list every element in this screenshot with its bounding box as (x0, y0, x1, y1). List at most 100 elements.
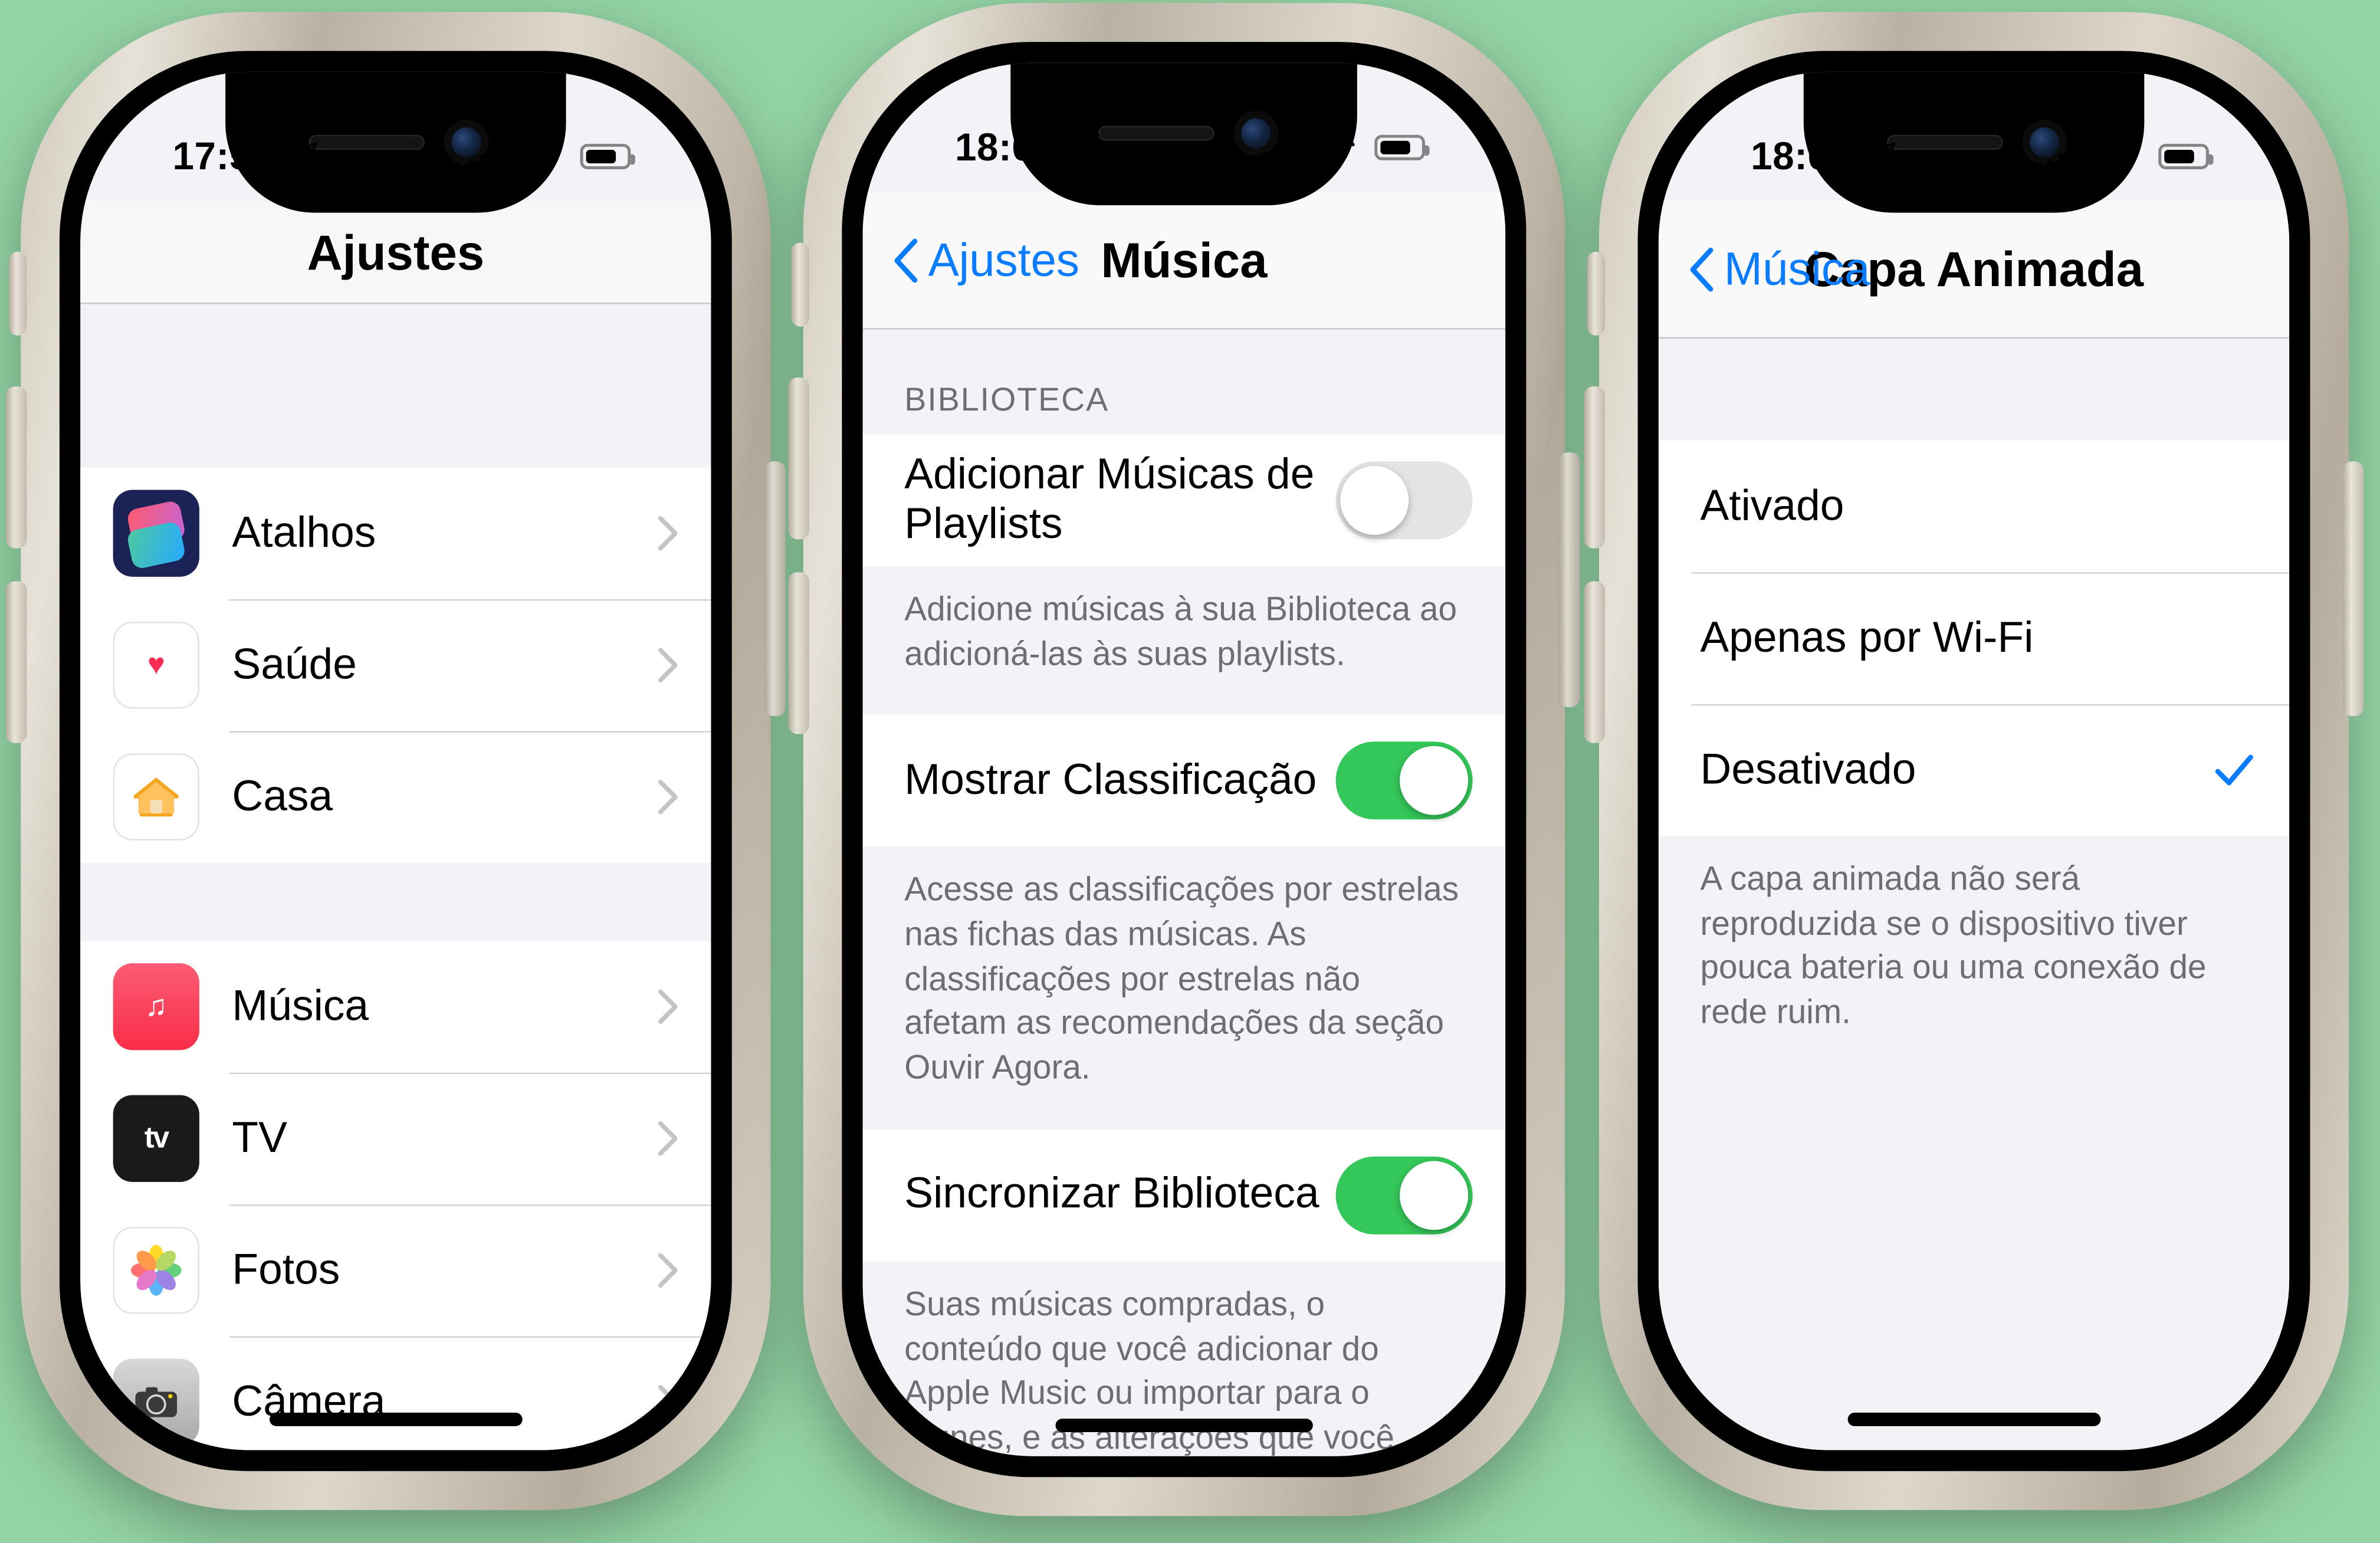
location-arrow-icon (1071, 133, 1099, 161)
settings-row-mostrar-classificacao[interactable]: Mostrar Classificação (862, 715, 1506, 847)
wifi-icon (2109, 146, 2139, 168)
settings-row-musica[interactable]: ♫ Música (80, 940, 711, 1073)
footnote-adicionar-musicas: Adicione músicas à sua Biblioteca ao adi… (862, 566, 1506, 715)
volume-up-button[interactable] (6, 386, 27, 549)
chevron-right-icon (658, 516, 678, 551)
power-button[interactable] (764, 461, 786, 717)
home-indicator[interactable] (1847, 1413, 2100, 1426)
silent-switch[interactable] (9, 251, 27, 336)
battery-icon (580, 143, 635, 169)
home-indicator[interactable] (269, 1413, 522, 1426)
status-bar-left: 18:00 (955, 124, 1101, 170)
settings-row-camera[interactable]: Câmera (80, 1336, 711, 1450)
location-arrow-icon (1867, 142, 1895, 170)
silent-switch[interactable] (1587, 251, 1606, 336)
settings-row-sincronizar-biblioteca-card: Sincronizar Biblioteca (862, 1129, 1506, 1262)
volume-down-button[interactable] (6, 581, 27, 743)
chevron-left-icon (894, 238, 918, 282)
option-row-desativado[interactable]: Desativado (1658, 704, 2290, 836)
toggle-adicionar-musicas-de-playlists[interactable] (1335, 461, 1473, 540)
footnote-mostrar-classificacao: Acesse as classificações por estrelas na… (862, 846, 1506, 1130)
back-button-ajustes[interactable]: Ajustes (892, 233, 1079, 287)
row-label: Mostrar Classificação (904, 756, 1317, 805)
row-label: Ativado (1700, 481, 1844, 530)
status-bar-left: 18:00 (1751, 133, 1897, 179)
music-icon: ♫ (113, 963, 199, 1050)
iphone-device-music-settings: 18:00 Ajustes Música BIBLIOTECA Adiciona… (788, 3, 1580, 1516)
chevron-right-icon (658, 1385, 678, 1420)
status-bar-right (468, 141, 635, 171)
settings-row-adicionar-musicas-de-playlists[interactable]: Adicionar Músicas de Playlists (862, 434, 1506, 567)
back-button-musica[interactable]: Música (1688, 242, 1870, 296)
back-button-label: Música (1724, 242, 1870, 295)
settings-row-casa[interactable]: Casa (80, 731, 711, 863)
photos-icon (113, 1227, 199, 1314)
home-indicator[interactable] (1055, 1419, 1313, 1433)
chevron-right-icon (658, 648, 678, 682)
screen-animated-cover: 18:00 Música Capa Animada Ativado Apenas… (1658, 71, 2290, 1450)
settings-row-fotos[interactable]: Fotos (80, 1204, 711, 1337)
row-label: Atalhos (232, 508, 376, 557)
screen-settings-list: 17:59 Ajustes Atalhos ♥ Saúde Casa ♫ Mús… (80, 71, 711, 1450)
row-label: Casa (232, 772, 333, 820)
row-label: Fotos (232, 1245, 340, 1294)
status-bar-left: 17:59 (173, 133, 319, 179)
chevron-right-icon (658, 989, 678, 1024)
chevron-right-icon (658, 1121, 678, 1156)
page-title: Ajustes (307, 224, 485, 280)
status-bar-clock: 18:00 (955, 123, 1056, 169)
status-bar-right (1263, 132, 1430, 162)
navigation-bar-large: Ajustes (80, 201, 711, 304)
row-label: Desativado (1700, 745, 1916, 793)
settings-row-saude[interactable]: ♥ Saúde (80, 599, 711, 731)
row-label: Adicionar Músicas de Playlists (904, 451, 1315, 549)
three-iphone-screenshot-composite: 17:59 Ajustes Atalhos ♥ Saúde Casa ♫ Mús… (0, 0, 2380, 1543)
toggle-mostrar-classificacao[interactable] (1335, 742, 1473, 820)
navigation-bar: Música Capa Animada (1658, 201, 2290, 339)
screen-music-settings: 18:00 Ajustes Música BIBLIOTECA Adiciona… (862, 63, 1506, 1456)
settings-group-system-apps-1: Atalhos ♥ Saúde Casa (80, 467, 711, 863)
row-label: TV (232, 1114, 287, 1162)
footnote-capa-animada: A capa animada não será reproduzida se o… (1658, 836, 2290, 1074)
option-row-apenas-por-wifi[interactable]: Apenas por Wi-Fi (1658, 572, 2290, 704)
iphone-device-animated-cover: 18:00 Música Capa Animada Ativado Apenas… (1584, 12, 2364, 1511)
location-arrow-icon (289, 142, 317, 170)
home-icon (113, 753, 199, 841)
status-bar-clock: 18:00 (1751, 132, 1852, 178)
volume-up-button[interactable] (788, 377, 809, 540)
chevron-left-icon (1690, 247, 1713, 291)
camera-icon (113, 1358, 199, 1446)
chevron-right-icon (658, 779, 678, 815)
page-title: Música (1101, 231, 1268, 287)
settings-row-tv[interactable]: tv TV (80, 1072, 711, 1205)
volume-down-button[interactable] (788, 572, 809, 734)
music-settings-scroll-content[interactable]: BIBLIOTECA Adicionar Músicas de Playlist… (862, 332, 1506, 1456)
settings-scroll-content[interactable]: Atalhos ♥ Saúde Casa ♫ Música tv TV Foto… (80, 467, 711, 1450)
cellular-signal-icon (1263, 132, 1306, 162)
chevron-right-icon (658, 1253, 678, 1288)
wifi-icon (1325, 137, 1355, 158)
settings-row-atalhos[interactable]: Atalhos (80, 467, 711, 599)
top-spacer (1658, 342, 2290, 441)
row-label: Sincronizar Biblioteca (904, 1170, 1319, 1219)
option-row-ativado[interactable]: Ativado (1658, 440, 2290, 573)
battery-icon (2158, 143, 2214, 169)
cellular-signal-icon (468, 141, 512, 171)
status-bar-right (2047, 141, 2214, 171)
status-bar-clock: 17:59 (172, 132, 273, 178)
tv-icon: tv (113, 1095, 199, 1182)
volume-down-button[interactable] (1584, 581, 1606, 743)
back-button-label: Ajustes (928, 232, 1080, 285)
settings-row-sincronizar-biblioteca[interactable]: Sincronizar Biblioteca (862, 1129, 1506, 1262)
status-bar: 17:59 (80, 72, 711, 201)
power-button[interactable] (1558, 452, 1580, 707)
volume-up-button[interactable] (1584, 386, 1606, 549)
section-header-biblioteca: BIBLIOTECA (862, 332, 1506, 435)
animated-cover-scroll-content[interactable]: Ativado Apenas por Wi-Fi Desativado A ca… (1658, 342, 2290, 1450)
phone-bezel: 18:00 Ajustes Música BIBLIOTECA Adiciona… (842, 42, 1527, 1478)
toggle-sincronizar-biblioteca[interactable] (1335, 1156, 1473, 1235)
silent-switch[interactable] (791, 242, 809, 327)
battery-icon (1374, 134, 1430, 160)
power-button[interactable] (2342, 461, 2364, 717)
shortcuts-icon (113, 490, 199, 577)
